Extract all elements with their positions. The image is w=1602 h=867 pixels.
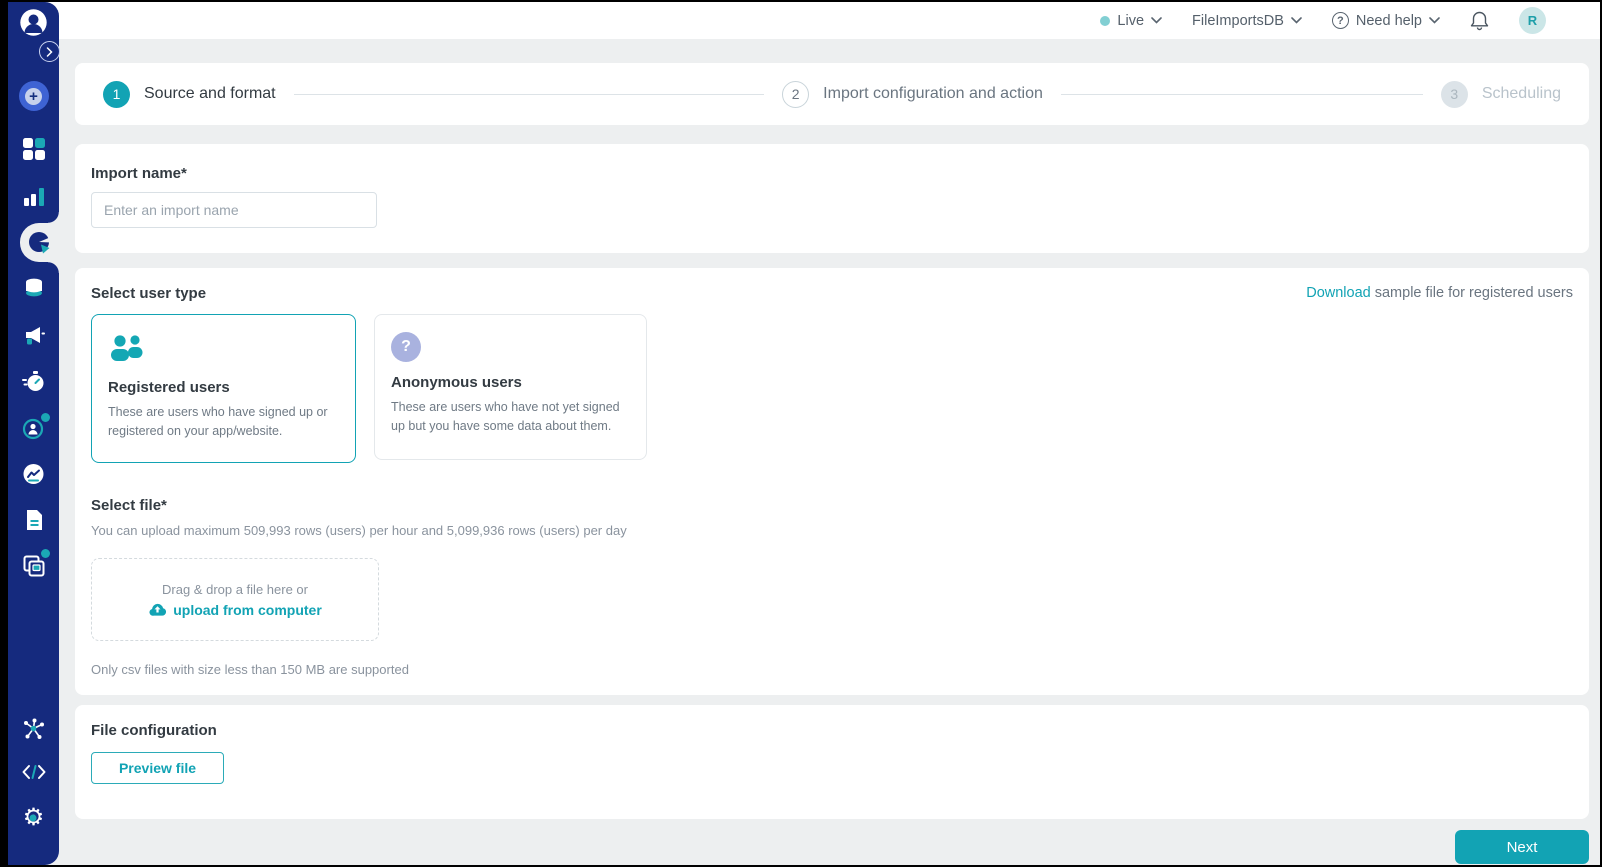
- sidebar-item-analytics[interactable]: [8, 188, 59, 206]
- main-content: 1 Source and format 2 Import configurati…: [59, 39, 1600, 865]
- network-hub-icon: [24, 718, 44, 739]
- project-selector[interactable]: FileImportsDB: [1192, 13, 1302, 29]
- environment-selector[interactable]: Live: [1100, 13, 1162, 29]
- chevron-right-icon: [46, 46, 53, 57]
- sidebar-item-developer[interactable]: [8, 763, 59, 781]
- download-sample-text: Download sample file for registered user…: [1306, 285, 1573, 301]
- card-description: These are users who have signed up or re…: [108, 405, 328, 438]
- download-sample-link[interactable]: Download: [1306, 285, 1371, 301]
- step-scheduling[interactable]: 3 Scheduling: [1440, 80, 1561, 108]
- notification-badge: [41, 549, 50, 558]
- sidebar-item-insights[interactable]: [8, 462, 59, 487]
- trend-chart-icon: [23, 464, 44, 484]
- step-source-and-format[interactable]: 1 Source and format: [103, 80, 276, 108]
- dashboard-grid-icon: [22, 138, 45, 160]
- stepper-connector: [293, 93, 765, 95]
- step-label: Import configuration and action: [823, 85, 1043, 102]
- preview-file-button[interactable]: Preview file: [91, 752, 224, 784]
- import-name-section: Import name*: [75, 144, 1589, 253]
- next-button[interactable]: Next: [1455, 830, 1589, 864]
- document-icon: [26, 510, 42, 530]
- bell-icon: [1470, 11, 1489, 31]
- wizard-footer: Next: [75, 830, 1589, 864]
- database-icon: [25, 278, 42, 297]
- card-description: These are users who have not yet signed …: [391, 400, 620, 433]
- help-icon: ?: [1331, 12, 1349, 29]
- step-number: 1: [103, 80, 130, 108]
- sidebar-item-segments-active[interactable]: [20, 223, 59, 262]
- megaphone-icon: [25, 327, 45, 345]
- sidebar-item-data[interactable]: [8, 277, 59, 299]
- user-type-section: Select user type Download sample file fo…: [75, 268, 1589, 695]
- sidebar-item-reports[interactable]: [8, 508, 59, 532]
- user-type-card-anonymous[interactable]: ? Anonymous users These are users who ha…: [374, 314, 647, 460]
- step-number: 2: [782, 80, 810, 108]
- step-label: Scheduling: [1481, 85, 1561, 102]
- sidebar-nav: +: [8, 2, 60, 865]
- top-bar: Live FileImportsDB ? Need help R: [8, 2, 1600, 39]
- environment-label: Live: [1117, 12, 1145, 29]
- select-file-heading: Select file*: [91, 497, 167, 514]
- create-new-button[interactable]: +: [8, 81, 59, 111]
- import-name-label: Import name*: [91, 165, 187, 182]
- sidebar-item-dashboard[interactable]: [8, 138, 59, 160]
- file-config-heading: File configuration: [91, 722, 217, 739]
- gear-icon: ⚙: [23, 806, 45, 830]
- stepper-connector: [1060, 93, 1423, 95]
- code-icon: [22, 765, 45, 779]
- file-support-note: Only csv files with size less than 150 M…: [91, 662, 409, 677]
- chevron-down-icon: [1151, 17, 1162, 24]
- bar-chart-icon: [23, 188, 44, 206]
- notification-badge: [41, 413, 50, 422]
- app-window: Live FileImportsDB ? Need help R + 1 Sou…: [8, 2, 1600, 865]
- project-name: FileImportsDB: [1192, 12, 1284, 29]
- question-mark-icon: ?: [391, 332, 421, 362]
- notifications-button[interactable]: [1470, 10, 1489, 31]
- card-title: Registered users: [108, 379, 230, 396]
- card-title: Anonymous users: [391, 374, 522, 391]
- plus-icon: +: [18, 81, 49, 111]
- wizard-stepper: 1 Source and format 2 Import configurati…: [75, 63, 1589, 125]
- user-avatar[interactable]: R: [1519, 7, 1546, 34]
- app-logo[interactable]: [8, 8, 59, 37]
- cloud-upload-icon: [149, 603, 167, 616]
- step-label: Source and format: [144, 85, 276, 102]
- chevron-down-icon: [1291, 17, 1302, 24]
- file-dropzone[interactable]: Drag & drop a file here or upload from c…: [91, 558, 379, 641]
- logo-person-icon: [20, 9, 47, 36]
- dropzone-text: Drag & drop a file here or: [162, 581, 308, 597]
- sidebar-item-audience[interactable]: [8, 413, 59, 441]
- user-type-card-registered[interactable]: Registered users These are users who hav…: [91, 314, 356, 463]
- sidebar-item-settings[interactable]: ⚙: [8, 806, 59, 830]
- import-name-input[interactable]: [91, 192, 377, 228]
- upload-from-computer-link[interactable]: upload from computer: [148, 602, 322, 618]
- sidebar-item-campaigns[interactable]: [8, 323, 59, 347]
- pie-chart-icon: [29, 232, 52, 254]
- chevron-down-icon: [1429, 17, 1440, 24]
- user-type-heading: Select user type: [91, 285, 207, 302]
- step-number: 3: [1440, 80, 1468, 108]
- stopwatch-icon: [22, 371, 44, 391]
- sidebar-expand-button[interactable]: [39, 41, 60, 62]
- upload-limit-note: You can upload maximum 509,993 rows (use…: [91, 523, 627, 538]
- sidebar-item-journeys[interactable]: [8, 369, 59, 394]
- step-import-configuration[interactable]: 2 Import configuration and action: [782, 80, 1043, 108]
- help-menu[interactable]: ? Need help: [1331, 12, 1440, 29]
- live-status-icon: [1100, 15, 1111, 26]
- file-configuration-section: File configuration Preview file: [75, 705, 1589, 819]
- sidebar-item-integrations[interactable]: [8, 717, 59, 742]
- people-icon: [111, 335, 143, 361]
- sidebar-item-boards[interactable]: [8, 549, 59, 579]
- help-label: Need help: [1355, 12, 1422, 29]
